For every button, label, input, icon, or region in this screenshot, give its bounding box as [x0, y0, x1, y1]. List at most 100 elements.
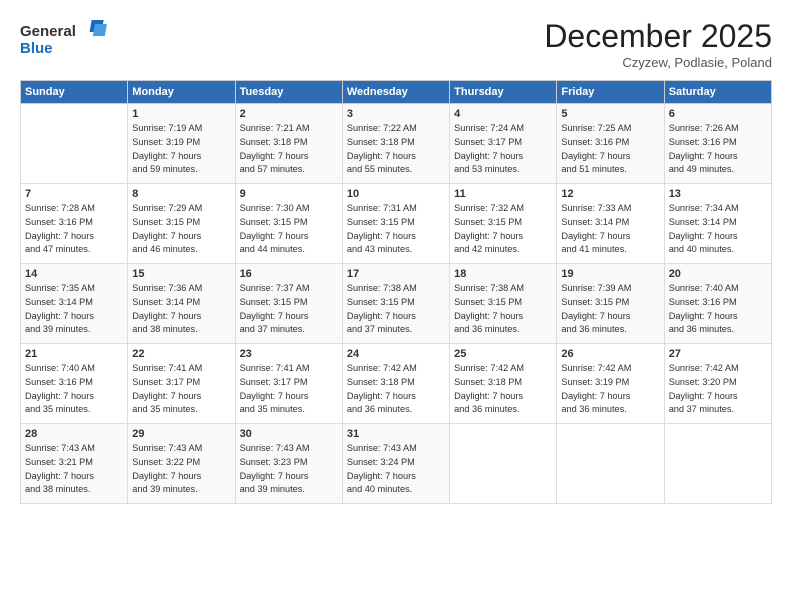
- calendar-cell: 24 Sunrise: 7:42 AM Sunset: 3:18 PM Dayl…: [342, 344, 449, 424]
- day-number: 27: [669, 348, 767, 360]
- daylight-minutes: and 36 minutes.: [454, 323, 552, 337]
- daylight-minutes: and 43 minutes.: [347, 243, 445, 257]
- daylight-label: Daylight: 7 hours: [561, 390, 659, 404]
- calendar-cell: 27 Sunrise: 7:42 AM Sunset: 3:20 PM Dayl…: [664, 344, 771, 424]
- calendar-cell: 4 Sunrise: 7:24 AM Sunset: 3:17 PM Dayli…: [450, 104, 557, 184]
- calendar-cell: 13 Sunrise: 7:34 AM Sunset: 3:14 PM Dayl…: [664, 184, 771, 264]
- calendar-page: General Blue December 2025 Czyzew, Podla…: [0, 0, 792, 612]
- day-number: 20: [669, 268, 767, 280]
- day-number: 24: [347, 348, 445, 360]
- sunrise: Sunrise: 7:34 AM: [669, 202, 767, 216]
- sunrise: Sunrise: 7:31 AM: [347, 202, 445, 216]
- sunrise: Sunrise: 7:40 AM: [25, 362, 123, 376]
- sunset: Sunset: 3:17 PM: [454, 136, 552, 150]
- calendar-cell: 31 Sunrise: 7:43 AM Sunset: 3:24 PM Dayl…: [342, 424, 449, 504]
- sunset: Sunset: 3:21 PM: [25, 456, 123, 470]
- sunset: Sunset: 3:20 PM: [669, 376, 767, 390]
- calendar-cell: 2 Sunrise: 7:21 AM Sunset: 3:18 PM Dayli…: [235, 104, 342, 184]
- calendar-cell: 8 Sunrise: 7:29 AM Sunset: 3:15 PM Dayli…: [128, 184, 235, 264]
- col-saturday: Saturday: [664, 81, 771, 104]
- daylight-minutes: and 36 minutes.: [669, 323, 767, 337]
- calendar-body: 1 Sunrise: 7:19 AM Sunset: 3:19 PM Dayli…: [21, 104, 772, 504]
- sunset: Sunset: 3:15 PM: [561, 296, 659, 310]
- daylight-label: Daylight: 7 hours: [669, 150, 767, 164]
- daylight-label: Daylight: 7 hours: [240, 470, 338, 484]
- sunrise: Sunrise: 7:42 AM: [561, 362, 659, 376]
- daylight-label: Daylight: 7 hours: [347, 150, 445, 164]
- calendar-cell: 16 Sunrise: 7:37 AM Sunset: 3:15 PM Dayl…: [235, 264, 342, 344]
- daylight-label: Daylight: 7 hours: [132, 310, 230, 324]
- logo: General Blue: [20, 18, 110, 65]
- calendar-cell: 11 Sunrise: 7:32 AM Sunset: 3:15 PM Dayl…: [450, 184, 557, 264]
- day-number: 26: [561, 348, 659, 360]
- calendar-cell: 7 Sunrise: 7:28 AM Sunset: 3:16 PM Dayli…: [21, 184, 128, 264]
- daylight-minutes: and 44 minutes.: [240, 243, 338, 257]
- daylight-minutes: and 35 minutes.: [132, 403, 230, 417]
- sunset: Sunset: 3:18 PM: [347, 376, 445, 390]
- daylight-label: Daylight: 7 hours: [240, 230, 338, 244]
- daylight-label: Daylight: 7 hours: [25, 310, 123, 324]
- daylight-label: Daylight: 7 hours: [347, 310, 445, 324]
- calendar-cell: 3 Sunrise: 7:22 AM Sunset: 3:18 PM Dayli…: [342, 104, 449, 184]
- sunrise: Sunrise: 7:30 AM: [240, 202, 338, 216]
- daylight-minutes: and 35 minutes.: [240, 403, 338, 417]
- sunset: Sunset: 3:14 PM: [561, 216, 659, 230]
- daylight-minutes: and 59 minutes.: [132, 163, 230, 177]
- day-number: 6: [669, 108, 767, 120]
- sunset: Sunset: 3:16 PM: [25, 376, 123, 390]
- day-number: 4: [454, 108, 552, 120]
- daylight-minutes: and 39 minutes.: [132, 483, 230, 497]
- sunrise: Sunrise: 7:42 AM: [669, 362, 767, 376]
- sunset: Sunset: 3:22 PM: [132, 456, 230, 470]
- daylight-minutes: and 39 minutes.: [25, 323, 123, 337]
- daylight-label: Daylight: 7 hours: [25, 470, 123, 484]
- calendar-cell: 21 Sunrise: 7:40 AM Sunset: 3:16 PM Dayl…: [21, 344, 128, 424]
- calendar-table: Sunday Monday Tuesday Wednesday Thursday…: [20, 80, 772, 504]
- daylight-minutes: and 42 minutes.: [454, 243, 552, 257]
- daylight-minutes: and 38 minutes.: [25, 483, 123, 497]
- sunset: Sunset: 3:19 PM: [132, 136, 230, 150]
- sunrise: Sunrise: 7:41 AM: [132, 362, 230, 376]
- calendar-cell: 10 Sunrise: 7:31 AM Sunset: 3:15 PM Dayl…: [342, 184, 449, 264]
- sunrise: Sunrise: 7:42 AM: [347, 362, 445, 376]
- sunrise: Sunrise: 7:43 AM: [240, 442, 338, 456]
- day-number: 23: [240, 348, 338, 360]
- daylight-minutes: and 47 minutes.: [25, 243, 123, 257]
- daylight-minutes: and 46 minutes.: [132, 243, 230, 257]
- col-wednesday: Wednesday: [342, 81, 449, 104]
- sunset: Sunset: 3:15 PM: [454, 216, 552, 230]
- sunset: Sunset: 3:19 PM: [561, 376, 659, 390]
- daylight-label: Daylight: 7 hours: [561, 150, 659, 164]
- daylight-label: Daylight: 7 hours: [240, 310, 338, 324]
- daylight-label: Daylight: 7 hours: [240, 150, 338, 164]
- calendar-cell: 17 Sunrise: 7:38 AM Sunset: 3:15 PM Dayl…: [342, 264, 449, 344]
- calendar-cell: 26 Sunrise: 7:42 AM Sunset: 3:19 PM Dayl…: [557, 344, 664, 424]
- calendar-cell: 25 Sunrise: 7:42 AM Sunset: 3:18 PM Dayl…: [450, 344, 557, 424]
- daylight-minutes: and 53 minutes.: [454, 163, 552, 177]
- calendar-cell: 28 Sunrise: 7:43 AM Sunset: 3:21 PM Dayl…: [21, 424, 128, 504]
- daylight-label: Daylight: 7 hours: [561, 230, 659, 244]
- daylight-minutes: and 35 minutes.: [25, 403, 123, 417]
- sunrise: Sunrise: 7:19 AM: [132, 122, 230, 136]
- daylight-minutes: and 40 minutes.: [669, 243, 767, 257]
- day-number: 18: [454, 268, 552, 280]
- daylight-label: Daylight: 7 hours: [347, 470, 445, 484]
- daylight-label: Daylight: 7 hours: [240, 390, 338, 404]
- header: General Blue December 2025 Czyzew, Podla…: [20, 18, 772, 70]
- daylight-minutes: and 55 minutes.: [347, 163, 445, 177]
- daylight-minutes: and 40 minutes.: [347, 483, 445, 497]
- calendar-cell: 30 Sunrise: 7:43 AM Sunset: 3:23 PM Dayl…: [235, 424, 342, 504]
- day-number: 22: [132, 348, 230, 360]
- sunset: Sunset: 3:16 PM: [561, 136, 659, 150]
- daylight-label: Daylight: 7 hours: [669, 230, 767, 244]
- day-number: 14: [25, 268, 123, 280]
- sunrise: Sunrise: 7:41 AM: [240, 362, 338, 376]
- day-number: 11: [454, 188, 552, 200]
- calendar-cell: [21, 104, 128, 184]
- week-row-5: 28 Sunrise: 7:43 AM Sunset: 3:21 PM Dayl…: [21, 424, 772, 504]
- daylight-label: Daylight: 7 hours: [132, 390, 230, 404]
- daylight-minutes: and 37 minutes.: [669, 403, 767, 417]
- day-number: 9: [240, 188, 338, 200]
- col-monday: Monday: [128, 81, 235, 104]
- daylight-minutes: and 41 minutes.: [561, 243, 659, 257]
